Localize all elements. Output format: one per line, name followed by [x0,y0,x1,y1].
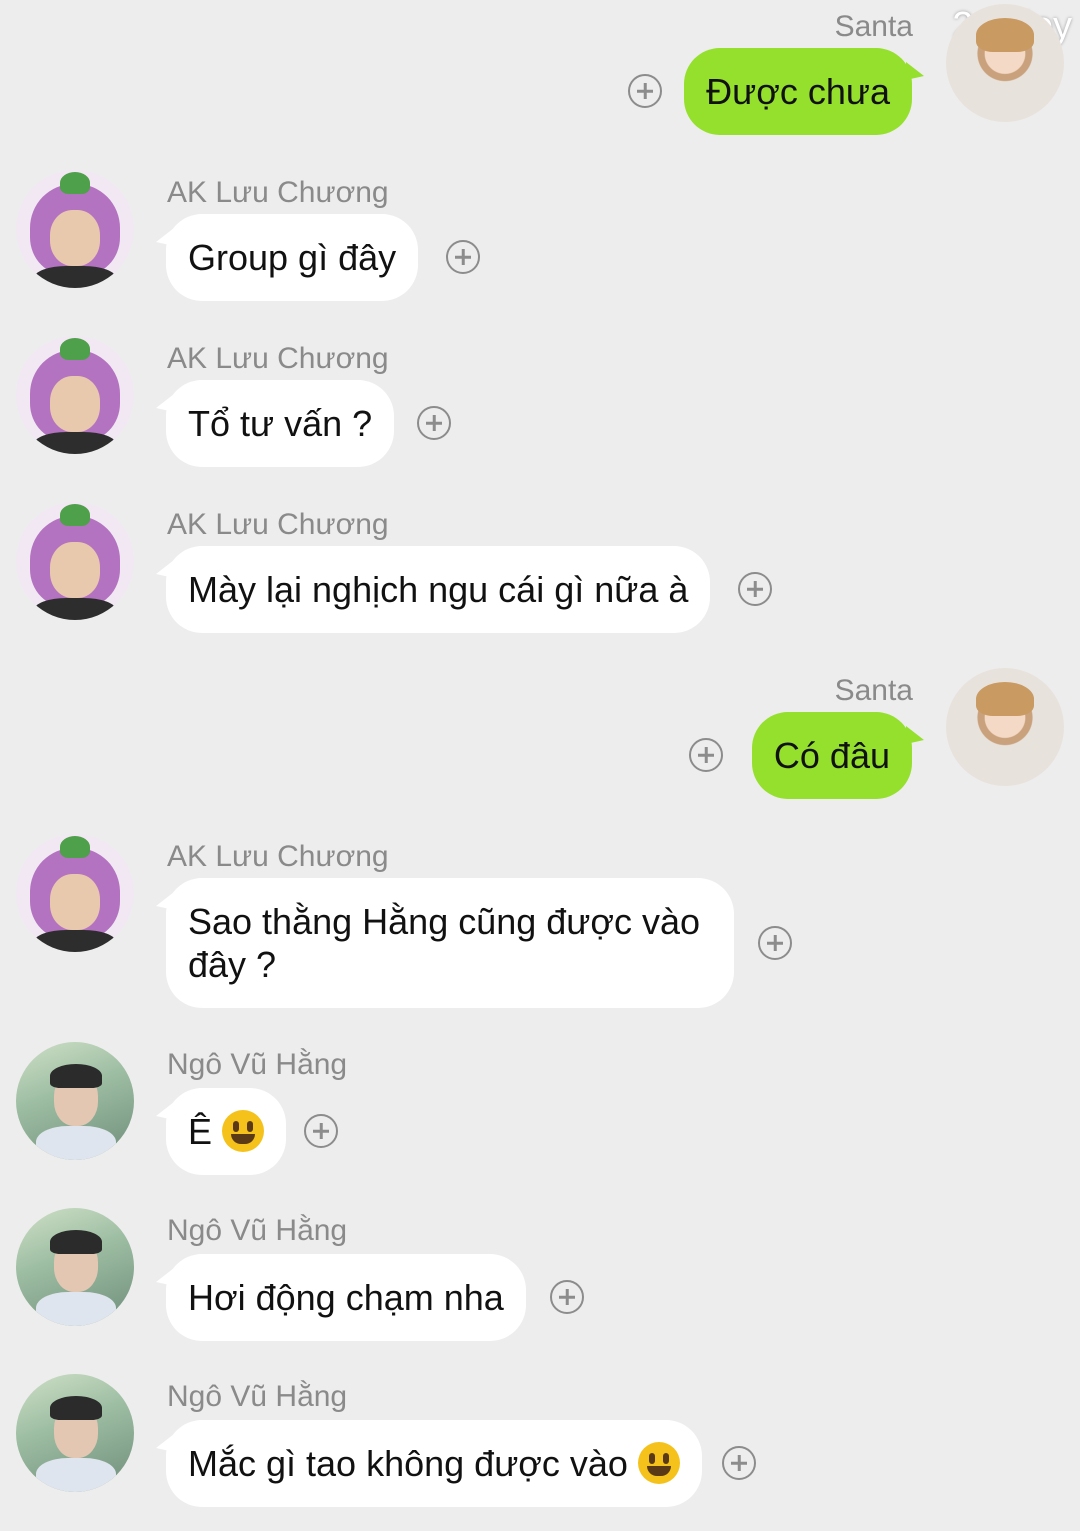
message-text-line: đây ? [188,944,277,985]
message-bubble[interactable]: Có đâu [751,712,925,799]
message-bubble[interactable]: Group gì đây [155,214,419,301]
chat-thread[interactable]: 211 joy Santa Được chưa AK Lưu Chương Gr… [0,0,1080,1531]
message-text: Mắc gì tao không được vào [188,1443,628,1484]
sender-name: AK Lưu Chương [167,176,389,209]
message-bubble[interactable]: Ê [155,1088,287,1175]
add-reaction-icon[interactable] [417,406,451,440]
avatar[interactable] [946,668,1064,786]
add-reaction-icon[interactable] [738,572,772,606]
add-reaction-icon[interactable] [628,74,662,108]
message-text-line: Sao thằng Hằng cũng được vào [188,901,701,942]
avatar[interactable] [16,1374,134,1492]
add-reaction-icon[interactable] [689,738,723,772]
avatar[interactable] [16,502,134,620]
sender-name: Santa [834,674,913,707]
message-bubble[interactable]: Mắc gì tao không được vào [156,1420,702,1507]
avatar[interactable] [16,336,134,454]
avatar[interactable] [16,1208,134,1326]
sender-name: AK Lưu Chương [167,342,389,375]
grinning-face-emoji-icon [637,1442,680,1484]
avatar[interactable] [946,4,1064,122]
add-reaction-icon[interactable] [446,240,480,274]
add-reaction-icon[interactable] [722,1446,756,1480]
avatar[interactable] [16,1042,134,1160]
message-bubble[interactable]: Được chưa [684,48,924,135]
sender-name: Santa [834,10,913,43]
avatar[interactable] [16,170,134,288]
add-reaction-icon[interactable] [758,926,792,960]
sender-name: Ngô Vũ Hằng [167,1380,348,1413]
message-bubble[interactable]: Hơi động chạm nha [156,1254,526,1341]
message-bubble[interactable]: Tổ tư vấn ? [155,380,395,467]
grinning-face-emoji-icon [222,1110,265,1152]
message-bubble[interactable]: Sao thằng Hằng cũng được vào đây ? [156,878,734,1008]
sender-name: Ngô Vũ Hằng [167,1214,348,1247]
avatar[interactable] [16,834,134,952]
sender-name: Ngô Vũ Hằng [167,1048,348,1081]
message-bubble[interactable]: Mày lại nghịch ngu cái gì nữa à [155,546,711,633]
add-reaction-icon[interactable] [304,1114,338,1148]
sender-name: AK Lưu Chương [167,508,389,541]
sender-name: AK Lưu Chương [167,840,389,873]
add-reaction-icon[interactable] [550,1280,584,1314]
message-text: Ê [188,1111,213,1152]
